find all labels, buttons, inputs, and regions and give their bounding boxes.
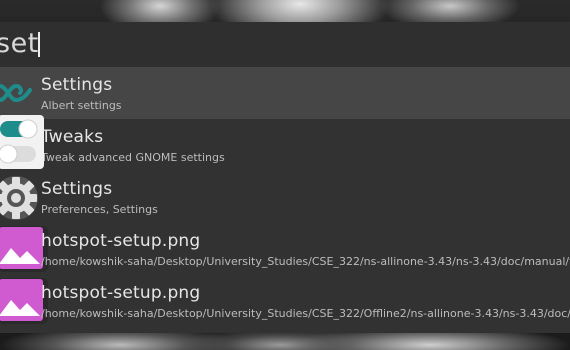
result-subtitle: Tweak advanced GNOME settings: [41, 151, 225, 164]
tweaks-toggle-icon: [0, 115, 44, 169]
result-subtitle: Preferences, Settings: [41, 203, 158, 216]
result-title: Settings: [41, 179, 113, 199]
result-subtitle: Albert settings: [41, 99, 122, 112]
albert-launcher-window: set Settings Albert settings Tweaks Twea…: [0, 22, 570, 333]
result-subtitle: /home/kowshik-saha/Desktop/University_St…: [41, 255, 570, 268]
result-title: hotspot-setup.png: [41, 283, 201, 303]
result-item-albert-settings[interactable]: Settings Albert settings: [0, 67, 570, 119]
result-item-settings[interactable]: Settings Preferences, Settings: [0, 171, 570, 223]
result-item-image-file[interactable]: hotspot-setup.png /home/kowshik-saha/Des…: [0, 223, 570, 275]
result-title: Settings: [41, 75, 113, 95]
albert-icon: [0, 83, 32, 103]
result-item-tweaks[interactable]: Tweaks Tweak advanced GNOME settings: [0, 115, 570, 171]
search-input[interactable]: set: [0, 26, 39, 62]
search-bar[interactable]: set: [0, 22, 570, 67]
gear-icon: [0, 176, 38, 220]
result-title: Tweaks: [41, 127, 104, 147]
result-item-image-file[interactable]: hotspot-setup.png /home/kowshik-saha/Des…: [0, 275, 570, 327]
result-subtitle: /home/kowshik-saha/Desktop/University_St…: [41, 307, 570, 320]
result-title: hotspot-setup.png: [41, 231, 201, 251]
text-cursor: [38, 32, 40, 57]
